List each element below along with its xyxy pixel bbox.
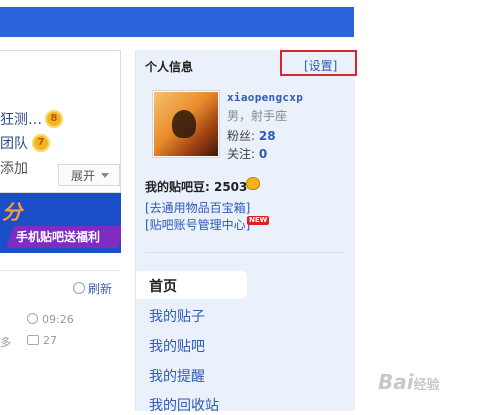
- new-badge: NEW: [247, 216, 270, 225]
- refresh-icon: [73, 282, 85, 294]
- follow-stat: 关注: 0: [227, 147, 268, 161]
- level-badge-icon: 8: [45, 110, 63, 128]
- fans-count-link[interactable]: 28: [259, 129, 276, 143]
- account-center-link[interactable]: [贴吧账号管理中心]: [145, 216, 250, 233]
- sidebar-item-recycle-bin[interactable]: 我的回收站: [149, 395, 219, 415]
- sidebar-item-my-posts[interactable]: 我的贴子: [149, 306, 205, 326]
- comment-icon: [27, 335, 39, 345]
- post-comment-count: 27: [27, 334, 57, 347]
- bean-icon: [246, 177, 260, 190]
- sidebar-item-home[interactable]: 首页: [136, 271, 247, 299]
- refresh-button[interactable]: 刷新: [73, 280, 112, 297]
- sidebar-item-home-label: 首页: [149, 279, 177, 295]
- feed-divider: [0, 270, 120, 271]
- sidebar-divider: [145, 252, 345, 253]
- promo-text: 手机贴吧送福利: [16, 230, 101, 244]
- post-trailing-text: 多: [0, 336, 11, 349]
- follow-count-link[interactable]: 0: [259, 147, 267, 161]
- watermark-logo: Bai经验: [378, 370, 440, 394]
- level-badge-icon: 7: [32, 134, 50, 152]
- sidebar-item-my-forums[interactable]: 我的贴吧: [149, 336, 205, 356]
- avatar[interactable]: [153, 91, 219, 157]
- feed-item-2-label: 团队: [0, 136, 28, 152]
- top-navigation-bar: [0, 7, 354, 37]
- profile-section-title: 个人信息: [145, 60, 194, 74]
- unfold-button[interactable]: 展开: [58, 164, 120, 186]
- unfold-label: 展开: [71, 169, 96, 183]
- beans-balance: 我的贴吧豆: 2503: [145, 180, 248, 194]
- post-time: 09:26: [27, 313, 74, 326]
- feed-item-1[interactable]: 狂测…: [0, 109, 42, 129]
- add-forum-link[interactable]: 添加: [0, 158, 28, 178]
- promo-char: 分: [2, 200, 22, 224]
- username-link[interactable]: xiaopengcxp: [227, 91, 303, 104]
- feed-item-1-label: 狂测…: [0, 112, 42, 128]
- item-treasure-link[interactable]: [去通用物品百宝箱]: [145, 199, 250, 216]
- sidebar-item-my-reminders[interactable]: 我的提醒: [149, 366, 205, 386]
- gender-sign-text: 男，射手座: [227, 109, 288, 123]
- clock-icon: [27, 313, 38, 324]
- feed-item-2[interactable]: 团队: [0, 133, 28, 153]
- settings-link[interactable]: [设置]: [304, 57, 337, 74]
- chevron-down-icon: [101, 173, 109, 178]
- avatar-silhouette: [172, 110, 196, 138]
- fans-stat: 粉丝: 28: [227, 129, 276, 143]
- promo-banner[interactable]: 分 手机贴吧送福利: [0, 193, 121, 253]
